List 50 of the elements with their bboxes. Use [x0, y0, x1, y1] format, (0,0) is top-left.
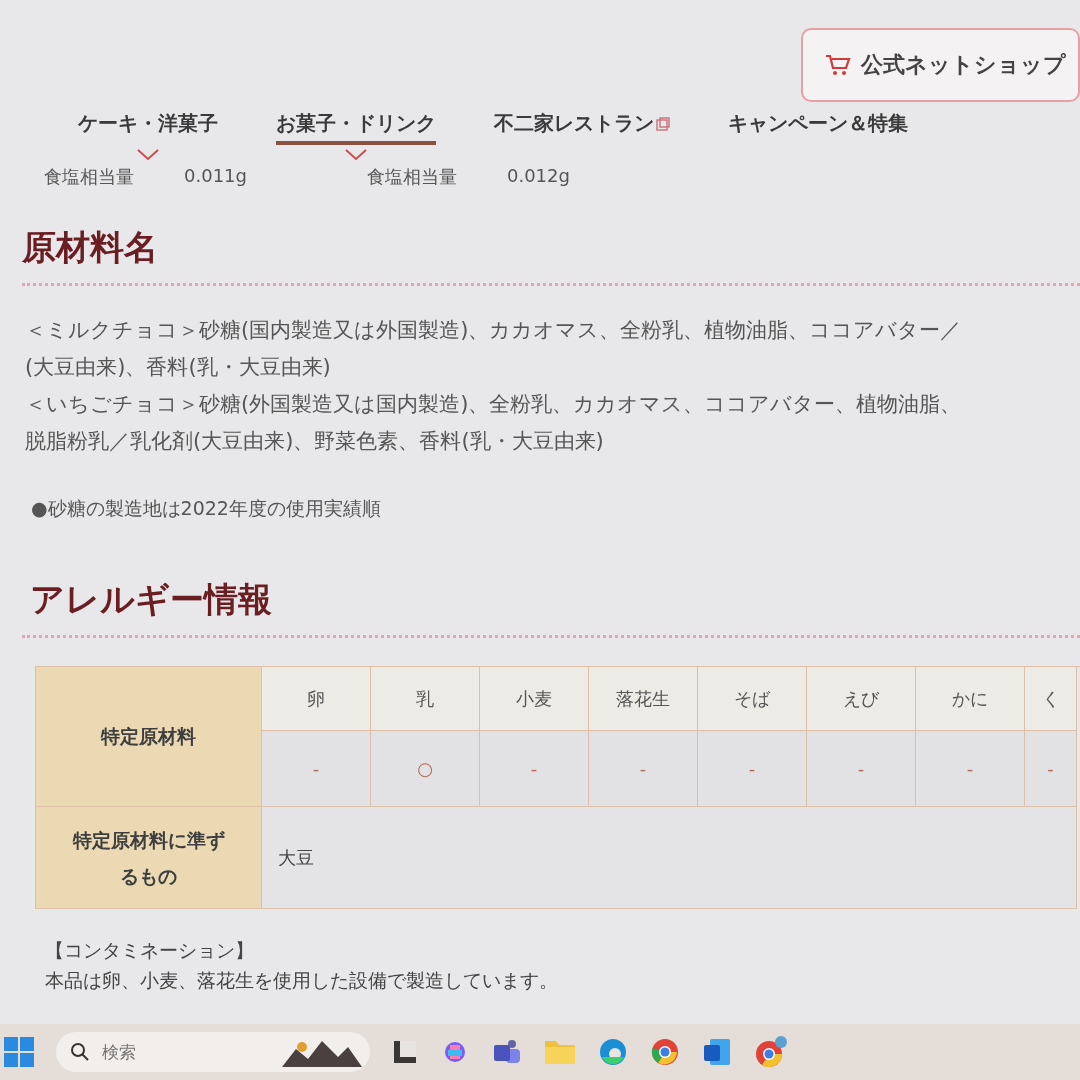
- external-link-icon: [656, 116, 670, 131]
- section-heading: アレルギー情報: [30, 578, 273, 621]
- section-heading: 原材料名: [22, 226, 159, 269]
- cart-icon: [825, 53, 851, 77]
- table-cell: 大豆: [262, 807, 1077, 909]
- table-cell: -: [1025, 731, 1077, 807]
- table-cell: -: [480, 731, 589, 807]
- note-text: ●砂糖の製造地は2022年度の使用実績順: [30, 496, 382, 521]
- ingredients-text: ＜いちごチョコ＞砂糖(外国製造又は国内製造)、全粉乳、カカオマス、ココアバター、植物油脂、: [25, 391, 963, 418]
- table-cell: -: [916, 731, 1025, 807]
- nav-tab[interactable]: お菓子・ドリンク: [276, 110, 436, 145]
- ingredients-text: 脱脂粉乳／乳化剤(大豆由来)、野菜色素、香料(乳・大豆由来): [25, 428, 605, 455]
- row-header: 特定原材料: [36, 667, 262, 807]
- contamination-title: 【コンタミネーション】: [45, 938, 255, 963]
- ring-logo-icon[interactable]: [754, 1035, 788, 1069]
- table-header-cell: 乳: [371, 667, 480, 731]
- table-header-cell: 落花生: [589, 667, 698, 731]
- windows-logo-icon[interactable]: [4, 1037, 34, 1067]
- table-header-cell: 小麦: [480, 667, 589, 731]
- table-cell: -: [262, 731, 371, 807]
- ingredients-text: ＜ミルクチョコ＞砂糖(国内製造又は外国製造)、カカオマス、全粉乳、植物油脂、ココアバター／: [25, 317, 963, 344]
- document-icon[interactable]: [702, 1037, 732, 1067]
- chevron-down-icon: [344, 149, 368, 161]
- nutrition-value: 0.012g: [506, 165, 570, 188]
- ring-logo-icon[interactable]: [650, 1037, 680, 1067]
- nav-tab[interactable]: ケーキ・洋菓子: [78, 110, 218, 145]
- contamination-text: 本品は卵、小麦、落花生を使用した設備で製造しています。: [45, 968, 559, 993]
- search-icon: [70, 1042, 90, 1062]
- table-header-cell: かに: [916, 667, 1025, 731]
- search-field[interactable]: 検索: [100, 1041, 234, 1063]
- table-cell: ○: [371, 731, 480, 807]
- row-header: 特定原材料に準ずるもの: [36, 807, 262, 909]
- table-header-cell: えび: [807, 667, 916, 731]
- table-cell: -: [589, 731, 698, 807]
- table-header-cell: く: [1025, 667, 1077, 731]
- ingredients-text: (大豆由来)、香料(乳・大豆由来): [25, 354, 332, 381]
- nutrition-value: 0.011g: [184, 165, 247, 188]
- nav-tab[interactable]: 不二家レストラン: [494, 110, 670, 145]
- online-shop-button[interactable]: 公式ネットショップ: [801, 28, 1080, 102]
- nutrition-label: 食塩相当量: [366, 165, 457, 189]
- nav-tab[interactable]: キャンペーン＆特集: [728, 110, 908, 145]
- table-header-cell: そば: [698, 667, 807, 731]
- table-cell: -: [698, 731, 807, 807]
- chevron-down-icon: [136, 149, 160, 161]
- wave-logo-icon[interactable]: [598, 1037, 628, 1067]
- nutrition-label: 食塩相当量: [44, 165, 134, 189]
- table-cell: -: [807, 731, 916, 807]
- table-header-cell: 卵: [262, 667, 371, 731]
- search-bar[interactable]: 検索: [56, 1032, 370, 1072]
- task-view-icon[interactable]: [392, 1039, 418, 1065]
